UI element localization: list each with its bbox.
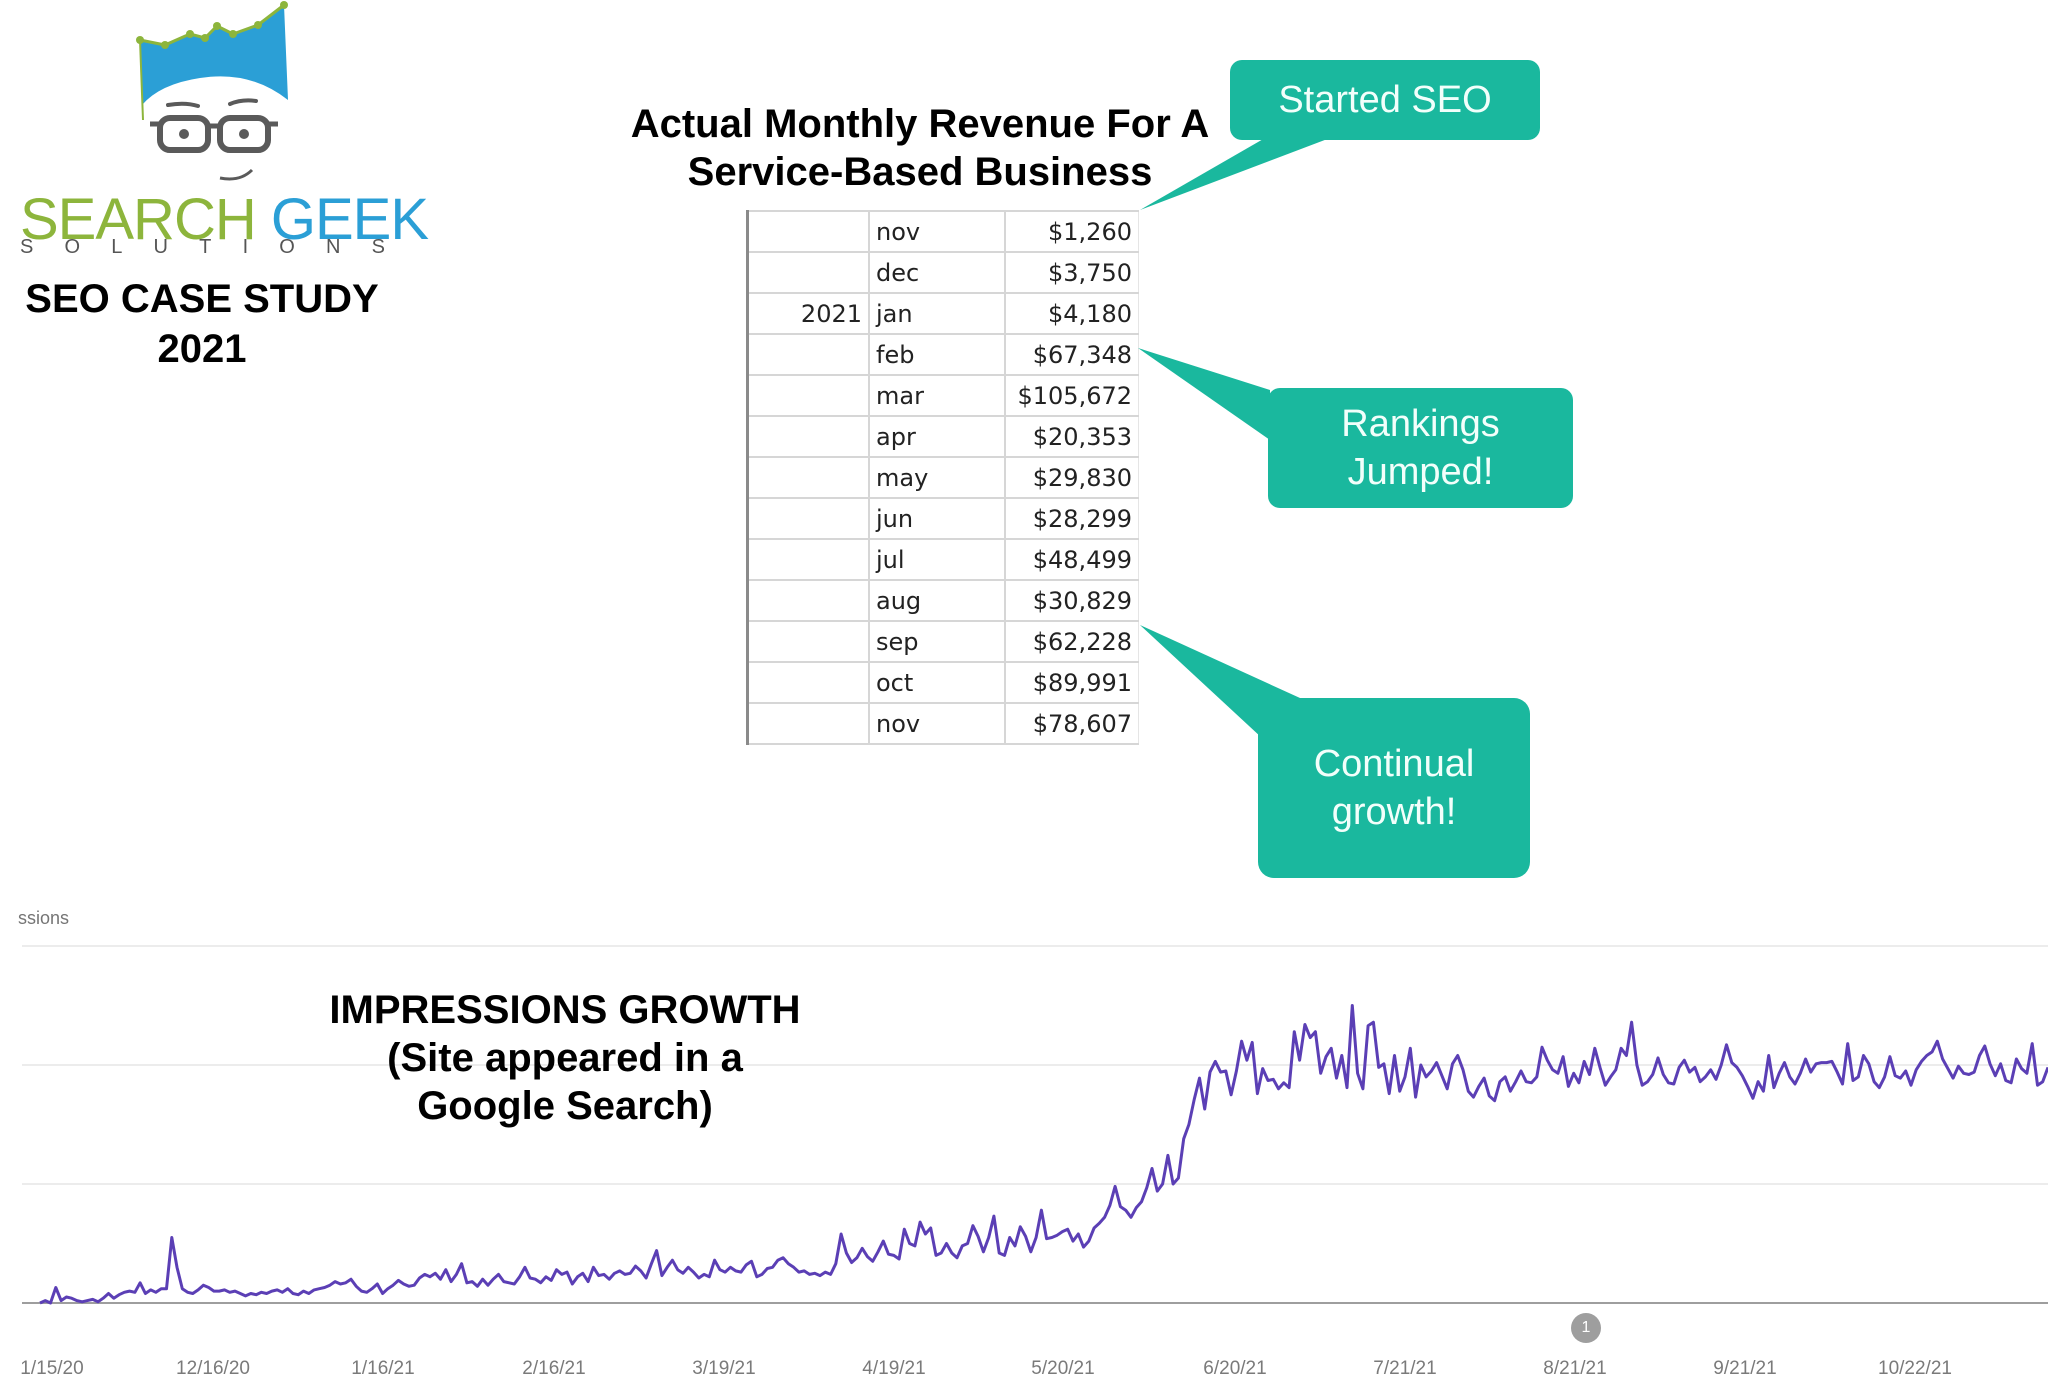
x-tick-label: 10/22/21 — [1878, 1358, 1952, 1379]
impressions-title-line3: Google Search) — [417, 1084, 713, 1128]
x-tick-label: 2/16/21 — [522, 1358, 586, 1379]
x-tick-label: 4/19/21 — [862, 1358, 926, 1379]
impressions-chart — [22, 945, 2048, 1305]
x-tick-label: 8/21/21 — [1543, 1358, 1607, 1379]
x-tick-label: 5/20/21 — [1031, 1358, 1095, 1379]
impressions-title-line2: (Site appeared in a — [387, 1036, 743, 1080]
x-tick-label: 9/21/21 — [1713, 1358, 1777, 1379]
x-tick-label: 1/16/21 — [351, 1358, 415, 1379]
annotation-marker[interactable]: 1 — [1571, 1313, 1601, 1343]
impressions-title: IMPRESSIONS GROWTH (Site appeared in a G… — [280, 986, 850, 1130]
x-tick-label: 7/21/21 — [1373, 1358, 1437, 1379]
x-tick-label: 12/16/20 — [176, 1358, 250, 1379]
x-tick-label: 6/20/21 — [1203, 1358, 1267, 1379]
x-tick-label: 3/19/21 — [692, 1358, 756, 1379]
x-tick-label: 1/15/20 — [20, 1358, 84, 1379]
impressions-title-line1: IMPRESSIONS GROWTH — [329, 988, 801, 1032]
